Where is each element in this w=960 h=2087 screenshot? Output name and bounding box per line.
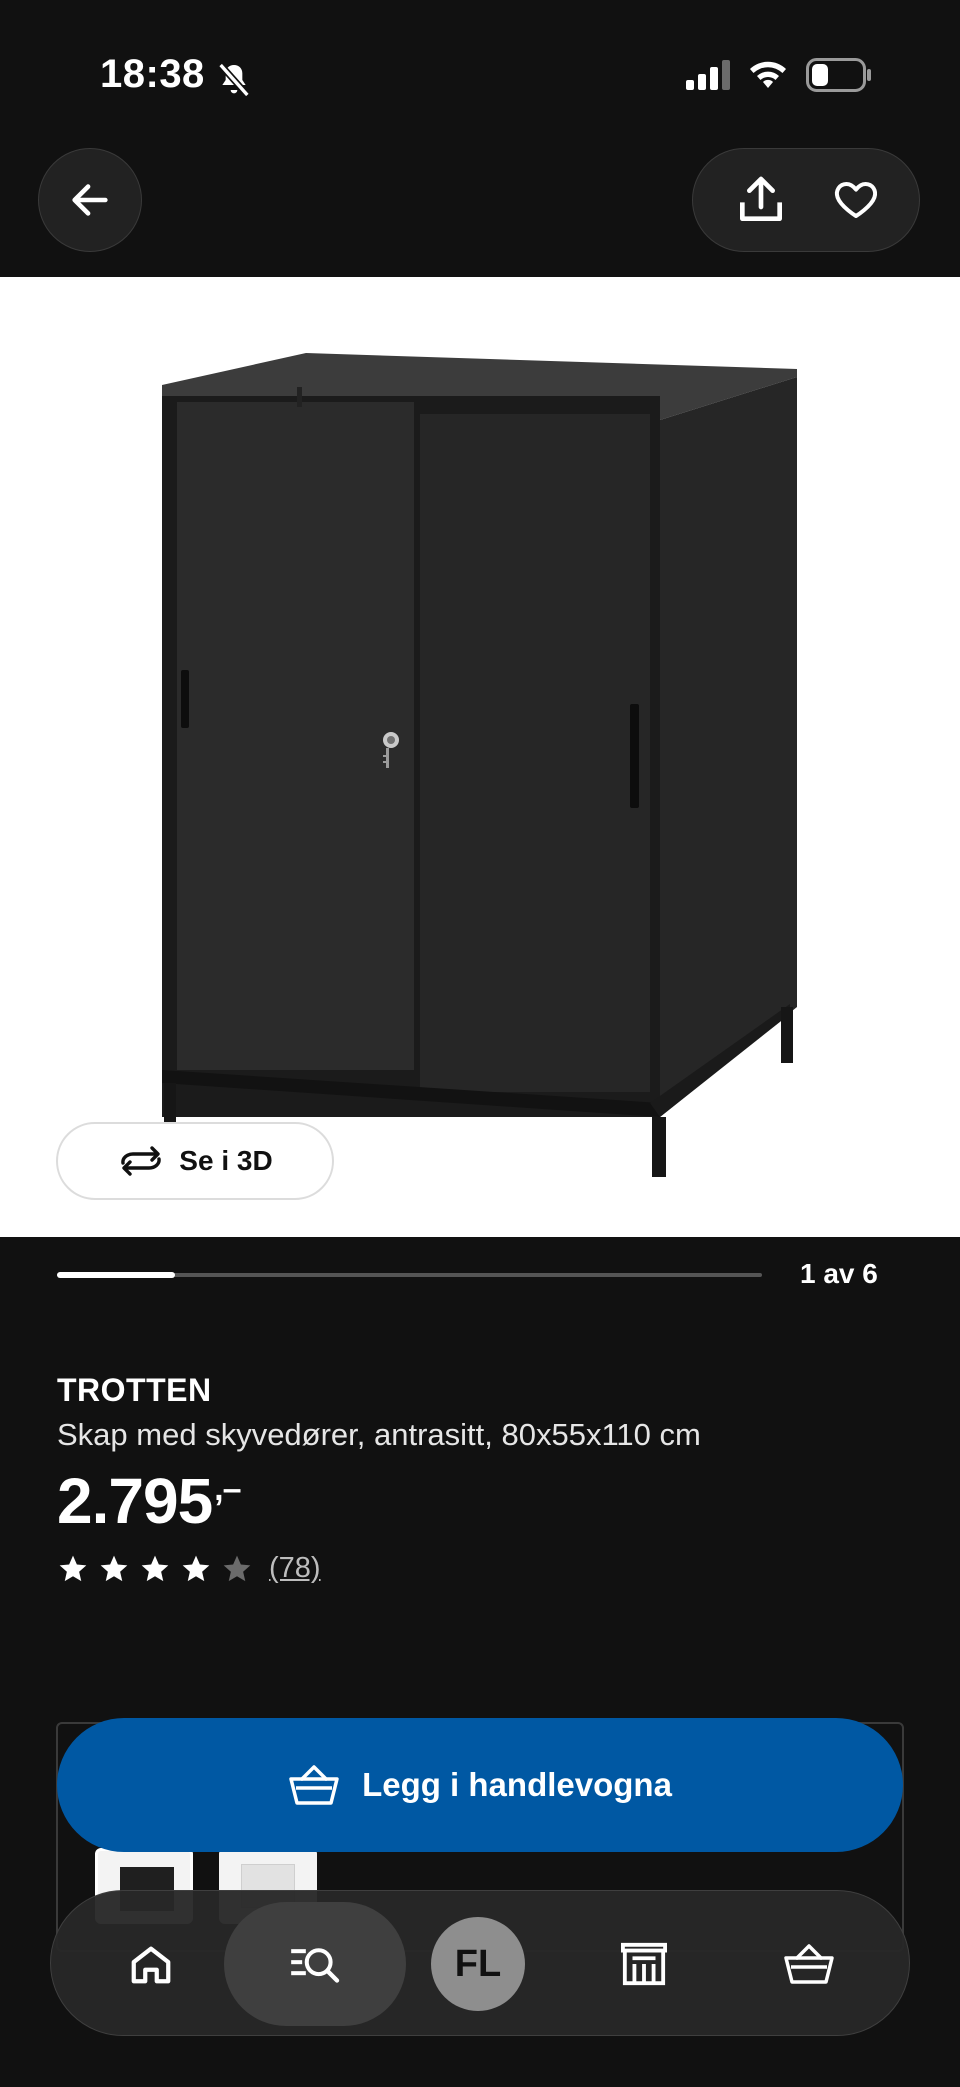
add-to-cart-label: Legg i handlevogna bbox=[362, 1766, 672, 1803]
product-brand: TROTTEN bbox=[57, 1372, 212, 1408]
share-button[interactable] bbox=[733, 172, 789, 228]
star-filled-icon bbox=[182, 1555, 210, 1581]
bottom-tab-bar: FL bbox=[50, 1890, 910, 2036]
status-time: 18:38 bbox=[100, 52, 205, 96]
product-description: Skap med skyvedører, antrasitt, 80x55x11… bbox=[57, 1417, 701, 1452]
gallery-pager: 1 av 6 bbox=[800, 1258, 878, 1289]
star-filled-icon bbox=[100, 1555, 128, 1581]
tab-profile[interactable]: FL bbox=[431, 1891, 525, 2037]
product-rating[interactable]: (78) bbox=[57, 1552, 321, 1585]
price-suffix: ,– bbox=[214, 1470, 241, 1508]
profile-avatar: FL bbox=[431, 1917, 525, 2011]
shopping-basket-icon bbox=[784, 1944, 834, 1984]
star-filled-icon bbox=[59, 1555, 87, 1581]
favorite-button[interactable] bbox=[832, 176, 880, 224]
star-empty-icon bbox=[223, 1555, 251, 1581]
star-filled-icon bbox=[141, 1555, 169, 1581]
price-amount: 2.795 bbox=[57, 1465, 213, 1537]
search-icon bbox=[291, 1948, 340, 1983]
heart-icon bbox=[834, 182, 877, 218]
top-actions bbox=[692, 148, 920, 252]
add-to-cart-button[interactable]: Legg i handlevogna bbox=[57, 1718, 903, 1852]
silent-mode-icon bbox=[218, 62, 250, 98]
shopping-basket-icon bbox=[289, 1765, 339, 1805]
tab-cart[interactable] bbox=[761, 1891, 857, 2037]
status-indicators bbox=[686, 58, 872, 92]
battery-icon bbox=[806, 58, 871, 92]
tab-search[interactable] bbox=[224, 1891, 406, 2037]
product-image-area[interactable] bbox=[0, 277, 960, 1237]
back-button[interactable] bbox=[38, 148, 142, 252]
tab-home[interactable] bbox=[103, 1891, 199, 2037]
arrow-left-icon bbox=[72, 184, 108, 216]
gallery-progress-fill bbox=[57, 1272, 175, 1278]
product-image bbox=[162, 353, 797, 1177]
home-icon bbox=[131, 1946, 171, 1984]
share-icon bbox=[739, 176, 782, 222]
rating-stars bbox=[57, 1553, 253, 1585]
view-3d-button[interactable]: Se i 3D bbox=[56, 1122, 334, 1200]
cellular-signal-icon bbox=[686, 60, 730, 90]
store-icon bbox=[621, 1942, 667, 1986]
review-count-link[interactable]: (78) bbox=[269, 1552, 321, 1585]
wifi-icon bbox=[750, 61, 786, 88]
view-3d-label: Se i 3D bbox=[179, 1145, 273, 1176]
product-price: 2.795,– bbox=[57, 1464, 242, 1538]
rotate-3d-icon bbox=[121, 1146, 162, 1176]
tab-stores[interactable] bbox=[596, 1891, 692, 2037]
